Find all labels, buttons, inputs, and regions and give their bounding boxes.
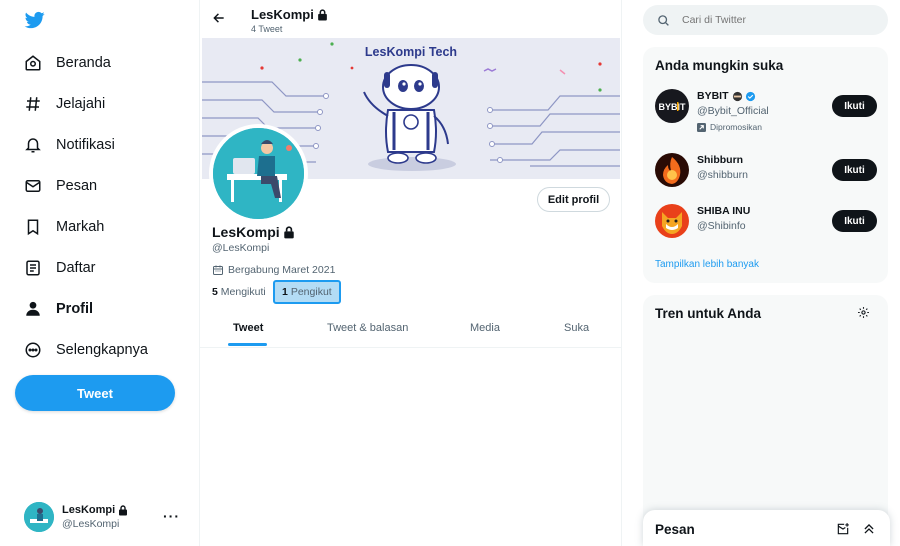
nav-notifications[interactable]: Notifikasi bbox=[22, 127, 115, 163]
search-input[interactable] bbox=[682, 14, 862, 26]
lock-icon bbox=[317, 8, 328, 21]
lock-icon bbox=[118, 504, 128, 516]
svg-text:BYBIT: BYBIT bbox=[659, 102, 687, 112]
profile-main: LesKompi 4 Tweet LesKompi Tech Edit prof… bbox=[200, 0, 622, 546]
suggestion-handle: @shibburn bbox=[697, 169, 748, 181]
account-handle: @LesKompi bbox=[62, 518, 120, 530]
nav-home[interactable]: Beranda bbox=[22, 45, 111, 81]
join-date: Bergabung Maret 2021 bbox=[212, 264, 335, 276]
nav-profile[interactable]: Profil bbox=[22, 291, 93, 327]
envelope-icon bbox=[22, 175, 44, 197]
tab-tweets-replies[interactable]: Tweet & balasan bbox=[327, 322, 408, 334]
nav-profile-label: Profil bbox=[56, 301, 94, 317]
nav-more-label: Selengkapnya bbox=[56, 342, 148, 358]
followers-label: Pengikut bbox=[290, 286, 332, 298]
active-tab-indicator bbox=[228, 343, 267, 346]
profile-handle: @LesKompi bbox=[212, 242, 270, 254]
follow-button[interactable]: Ikuti bbox=[832, 95, 877, 117]
verified-badge-icon bbox=[745, 91, 756, 102]
following-count: 5 bbox=[212, 286, 218, 298]
follow-button[interactable]: Ikuti bbox=[832, 159, 877, 181]
promoted-text: Dipromosikan bbox=[710, 122, 762, 132]
join-date-text: Bergabung Maret 2021 bbox=[228, 264, 336, 276]
followers-link[interactable]: 1 Pengikut bbox=[273, 280, 341, 304]
nav-notifications-label: Notifikasi bbox=[56, 137, 115, 153]
chevron-up-double-icon[interactable] bbox=[862, 522, 876, 536]
tab-likes[interactable]: Suka bbox=[564, 322, 589, 334]
left-sidebar: Beranda Jelajahi Notifikasi Pesan Markah… bbox=[0, 0, 200, 546]
nav-explore-label: Jelajahi bbox=[56, 96, 106, 112]
followers-count: 1 bbox=[282, 286, 288, 298]
search-bar[interactable] bbox=[643, 5, 888, 35]
home-icon bbox=[22, 52, 44, 74]
trends-card: Tren untuk Anda bbox=[643, 295, 888, 545]
back-arrow-icon[interactable] bbox=[212, 11, 228, 27]
gear-icon[interactable] bbox=[857, 306, 870, 319]
messages-drawer-title: Pesan bbox=[655, 522, 695, 537]
suggestion-name: SHIBA INU bbox=[697, 205, 751, 217]
profile-name: LesKompi bbox=[212, 224, 280, 240]
nav-bookmarks[interactable]: Markah bbox=[22, 209, 104, 245]
twitter-logo-icon[interactable] bbox=[24, 10, 46, 30]
suggestion-item[interactable]: SHIBA INU @Shibinfo Ikuti bbox=[655, 204, 877, 244]
nav-explore[interactable]: Jelajahi bbox=[22, 86, 105, 122]
suggestion-handle: @Bybit_Official bbox=[697, 105, 769, 117]
bell-icon bbox=[22, 134, 44, 156]
bookmark-icon bbox=[22, 216, 44, 238]
follow-button[interactable]: Ikuti bbox=[832, 210, 877, 232]
banner-title: LesKompi Tech bbox=[365, 45, 457, 59]
account-switcher[interactable]: LesKompi @LesKompi ··· bbox=[15, 496, 190, 538]
more-dots-icon[interactable]: ··· bbox=[163, 508, 180, 524]
person-icon bbox=[22, 298, 44, 320]
avatar bbox=[655, 153, 689, 187]
more-circle-icon bbox=[22, 339, 44, 361]
profile-header-bar: LesKompi 4 Tweet bbox=[200, 0, 622, 38]
tweet-button[interactable]: Tweet bbox=[15, 375, 175, 411]
suggestion-item[interactable]: BYBIT BYBIT @Bybit_Official Dipromosikan… bbox=[655, 89, 877, 132]
search-icon bbox=[657, 14, 670, 27]
promoted-label: Dipromosikan bbox=[697, 122, 762, 132]
trends-title: Tren untuk Anda bbox=[655, 306, 762, 321]
profile-avatar[interactable] bbox=[209, 124, 308, 223]
header-profile-name: LesKompi bbox=[251, 7, 314, 22]
show-more-link[interactable]: Tampilkan lebih banyak bbox=[655, 259, 759, 270]
avatar bbox=[24, 502, 54, 532]
suggestion-name: Shibburn bbox=[697, 154, 744, 166]
suggestion-name: BYBIT bbox=[697, 90, 729, 102]
who-to-follow-title: Anda mungkin suka bbox=[655, 58, 784, 73]
nav-more[interactable]: Selengkapnya bbox=[22, 332, 148, 368]
new-message-icon[interactable] bbox=[836, 522, 850, 536]
lock-icon bbox=[283, 225, 295, 239]
suggestion-item[interactable]: Shibburn @shibburn Ikuti bbox=[655, 153, 877, 193]
who-to-follow-card: Anda mungkin suka BYBIT BYBIT @Bybit_Off… bbox=[643, 47, 888, 283]
following-label: Mengikuti bbox=[220, 286, 266, 298]
nav-messages-label: Pesan bbox=[56, 178, 98, 194]
ninja-emoji-icon bbox=[732, 91, 743, 102]
nav-lists[interactable]: Daftar bbox=[22, 250, 96, 286]
tab-tweets[interactable]: Tweet bbox=[233, 322, 263, 334]
messages-drawer[interactable]: Pesan bbox=[643, 510, 890, 546]
calendar-icon bbox=[212, 264, 224, 276]
edit-profile-button[interactable]: Edit profil bbox=[537, 187, 610, 212]
avatar: BYBIT bbox=[655, 89, 689, 123]
nav-home-label: Beranda bbox=[56, 55, 111, 71]
promoted-icon bbox=[697, 122, 706, 132]
account-name: LesKompi bbox=[62, 504, 116, 516]
tab-media[interactable]: Media bbox=[470, 322, 500, 334]
avatar bbox=[655, 204, 689, 238]
tweet-count: 4 Tweet bbox=[251, 24, 283, 34]
following-link[interactable]: 5 Mengikuti bbox=[212, 286, 266, 298]
list-icon bbox=[22, 257, 44, 279]
hashtag-icon bbox=[22, 93, 44, 115]
suggestion-handle: @Shibinfo bbox=[697, 220, 746, 232]
nav-lists-label: Daftar bbox=[56, 260, 96, 276]
nav-messages[interactable]: Pesan bbox=[22, 168, 97, 204]
nav-bookmarks-label: Markah bbox=[56, 219, 105, 235]
